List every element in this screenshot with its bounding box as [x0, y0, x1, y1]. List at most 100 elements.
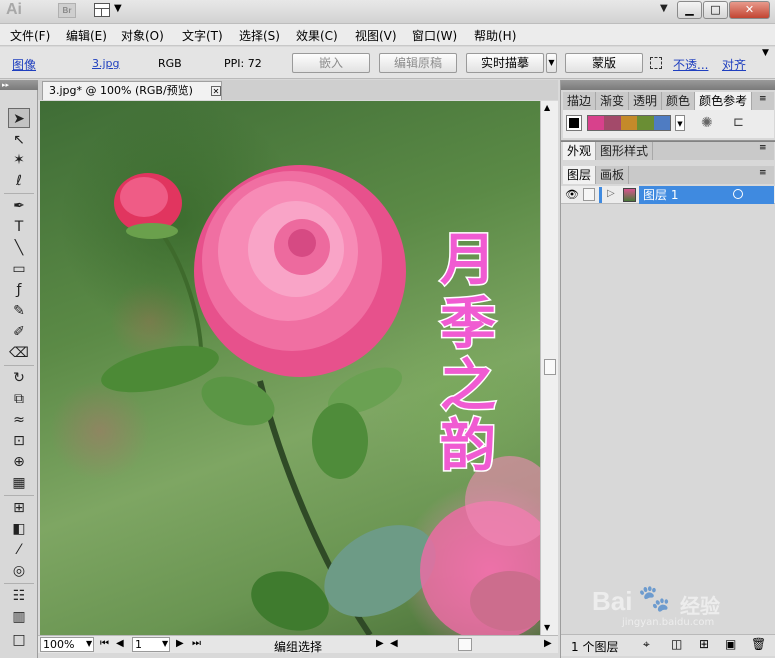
- blob-brush-tool-icon[interactable]: ✐: [8, 322, 30, 342]
- perspective-grid-tool-icon[interactable]: ▦: [8, 473, 30, 493]
- tab-stroke[interactable]: 描边: [563, 92, 597, 110]
- color-group-icon[interactable]: ✺: [701, 115, 713, 131]
- menu-help[interactable]: 帮助(H): [474, 27, 516, 44]
- column-graph-tool-icon[interactable]: ▥: [8, 607, 30, 627]
- scroll-up-icon[interactable]: ▲: [544, 103, 550, 112]
- pen-tool-icon[interactable]: ✒: [8, 196, 30, 216]
- expand-layer-icon[interactable]: ▷: [607, 188, 615, 199]
- status-menu-icon[interactable]: ▶: [376, 638, 384, 649]
- panel-collapse-icon[interactable]: ▸▸: [0, 80, 38, 90]
- align-link[interactable]: 对齐: [722, 56, 746, 73]
- control-bar-menu-icon[interactable]: ▼: [762, 48, 769, 58]
- layer-name[interactable]: 图层 1: [639, 186, 774, 204]
- shape-builder-tool-icon[interactable]: ⊕: [8, 452, 30, 472]
- mesh-tool-icon[interactable]: ⊞: [8, 498, 30, 518]
- layer-row[interactable]: 👁 ▷ 图层 1: [561, 186, 775, 204]
- lock-toggle[interactable]: [583, 188, 595, 201]
- menu-view[interactable]: 视图(V): [355, 27, 397, 44]
- tab-gradient[interactable]: 渐变: [596, 92, 630, 110]
- tab-layers[interactable]: 图层: [563, 166, 597, 184]
- maximize-button[interactable]: □: [703, 1, 728, 19]
- tab-graphic-styles[interactable]: 图形样式: [596, 142, 654, 160]
- scroll-left-icon[interactable]: ◀: [390, 638, 398, 649]
- mask-button[interactable]: 蒙版: [565, 53, 643, 73]
- chevron-down-icon[interactable]: ▼: [114, 3, 122, 14]
- live-trace-options-icon[interactable]: ▼: [546, 53, 557, 73]
- minimize-button[interactable]: ▁: [677, 1, 702, 19]
- artboard-canvas[interactable]: 月 季 之 韵: [40, 101, 540, 635]
- horizontal-scroll-thumb[interactable]: [458, 638, 472, 651]
- zoom-dropdown-icon[interactable]: ▼: [86, 639, 92, 648]
- arrange-documents-icon[interactable]: [94, 3, 110, 17]
- last-artboard-icon[interactable]: ⏭: [192, 638, 201, 649]
- blend-tool-icon[interactable]: ◎: [8, 561, 30, 581]
- eraser-tool-icon[interactable]: ⌫: [8, 343, 30, 363]
- visibility-eye-icon[interactable]: 👁: [565, 188, 579, 201]
- embed-button[interactable]: 嵌入: [292, 53, 370, 73]
- menu-object[interactable]: 对象(O): [121, 27, 164, 44]
- panel-menu-icon[interactable]: ≡: [759, 143, 767, 153]
- panel-menu-icon[interactable]: ≡: [759, 94, 767, 104]
- harmony-swatch-5[interactable]: [653, 116, 671, 130]
- harmony-swatch-1[interactable]: [588, 116, 605, 130]
- next-artboard-icon[interactable]: ▶: [176, 638, 184, 649]
- rectangle-tool-icon[interactable]: ▭: [8, 259, 30, 279]
- bridge-button[interactable]: Br: [58, 3, 76, 18]
- scale-tool-icon[interactable]: ⧉: [8, 389, 30, 409]
- object-type-link[interactable]: 图像: [12, 56, 36, 73]
- panel-collapse-icon[interactable]: [561, 80, 775, 90]
- scroll-down-icon[interactable]: ▼: [544, 623, 550, 632]
- symbol-sprayer-tool-icon[interactable]: ☷: [8, 586, 30, 606]
- tab-color-guide[interactable]: 颜色参考: [695, 92, 753, 110]
- menu-effect[interactable]: 效果(C): [296, 27, 338, 44]
- locate-object-icon[interactable]: ⌖: [643, 637, 650, 652]
- close-button[interactable]: ✕: [729, 1, 770, 19]
- create-sublayer-icon[interactable]: ⊞: [699, 637, 709, 651]
- eyedropper-tool-icon[interactable]: ⁄: [8, 540, 30, 560]
- select-similar-icon[interactable]: [650, 57, 662, 69]
- artboard-tool-icon[interactable]: □: [8, 630, 30, 650]
- lasso-tool-icon[interactable]: ℓ: [8, 171, 30, 191]
- live-trace-button[interactable]: 实时描摹: [466, 53, 544, 73]
- save-color-group-icon[interactable]: ⊏: [733, 115, 744, 130]
- base-color-swatch[interactable]: [566, 115, 582, 131]
- edit-original-button[interactable]: 编辑原稿: [379, 53, 457, 73]
- tab-transparency[interactable]: 透明: [629, 92, 663, 110]
- close-document-icon[interactable]: ✕: [211, 86, 221, 96]
- menu-window[interactable]: 窗口(W): [412, 27, 457, 44]
- rotate-tool-icon[interactable]: ↻: [8, 368, 30, 388]
- paintbrush-tool-icon[interactable]: ƒ: [8, 280, 30, 300]
- direct-selection-tool-icon[interactable]: ↖: [8, 130, 30, 150]
- gradient-tool-icon[interactable]: ◧: [8, 519, 30, 539]
- menu-type[interactable]: 文字(T): [182, 27, 223, 44]
- delete-layer-icon[interactable]: 🗑: [751, 637, 766, 651]
- magic-wand-tool-icon[interactable]: ✶: [8, 150, 30, 170]
- type-tool-icon[interactable]: T: [8, 217, 30, 237]
- previous-artboard-icon[interactable]: ◀: [116, 638, 124, 649]
- opacity-link[interactable]: 不透...: [673, 56, 708, 73]
- warp-tool-icon[interactable]: ≈: [8, 410, 30, 430]
- panel-menu-icon[interactable]: ≡: [759, 168, 767, 178]
- first-artboard-icon[interactable]: ⏮: [100, 638, 109, 649]
- free-transform-tool-icon[interactable]: ⊡: [8, 431, 30, 451]
- new-layer-icon[interactable]: ▣: [725, 637, 736, 651]
- harmony-dropdown-icon[interactable]: ▼: [675, 115, 685, 131]
- pencil-tool-icon[interactable]: ✎: [8, 301, 30, 321]
- harmony-swatch-3[interactable]: [620, 116, 638, 130]
- target-layer-icon[interactable]: [733, 189, 743, 199]
- menu-edit[interactable]: 编辑(E): [66, 27, 107, 44]
- workspace-dropdown-icon[interactable]: ▼: [660, 3, 668, 14]
- menu-select[interactable]: 选择(S): [239, 27, 280, 44]
- document-tab[interactable]: 3.jpg* @ 100% (RGB/预览) ✕: [42, 81, 222, 100]
- harmony-colors[interactable]: [587, 115, 671, 131]
- line-segment-tool-icon[interactable]: ╲: [8, 238, 30, 258]
- selection-tool-icon[interactable]: ➤: [8, 108, 30, 128]
- harmony-swatch-4[interactable]: [637, 116, 654, 130]
- file-name-link[interactable]: 3.jpg: [92, 57, 120, 70]
- tab-color[interactable]: 颜色: [662, 92, 696, 110]
- menu-file[interactable]: 文件(F): [10, 27, 50, 44]
- vertical-scrollbar[interactable]: ▲ ▼: [540, 101, 558, 635]
- scroll-right-icon[interactable]: ▶: [544, 638, 552, 649]
- vertical-scroll-thumb[interactable]: [544, 359, 556, 375]
- artboard-dropdown-icon[interactable]: ▼: [162, 639, 168, 648]
